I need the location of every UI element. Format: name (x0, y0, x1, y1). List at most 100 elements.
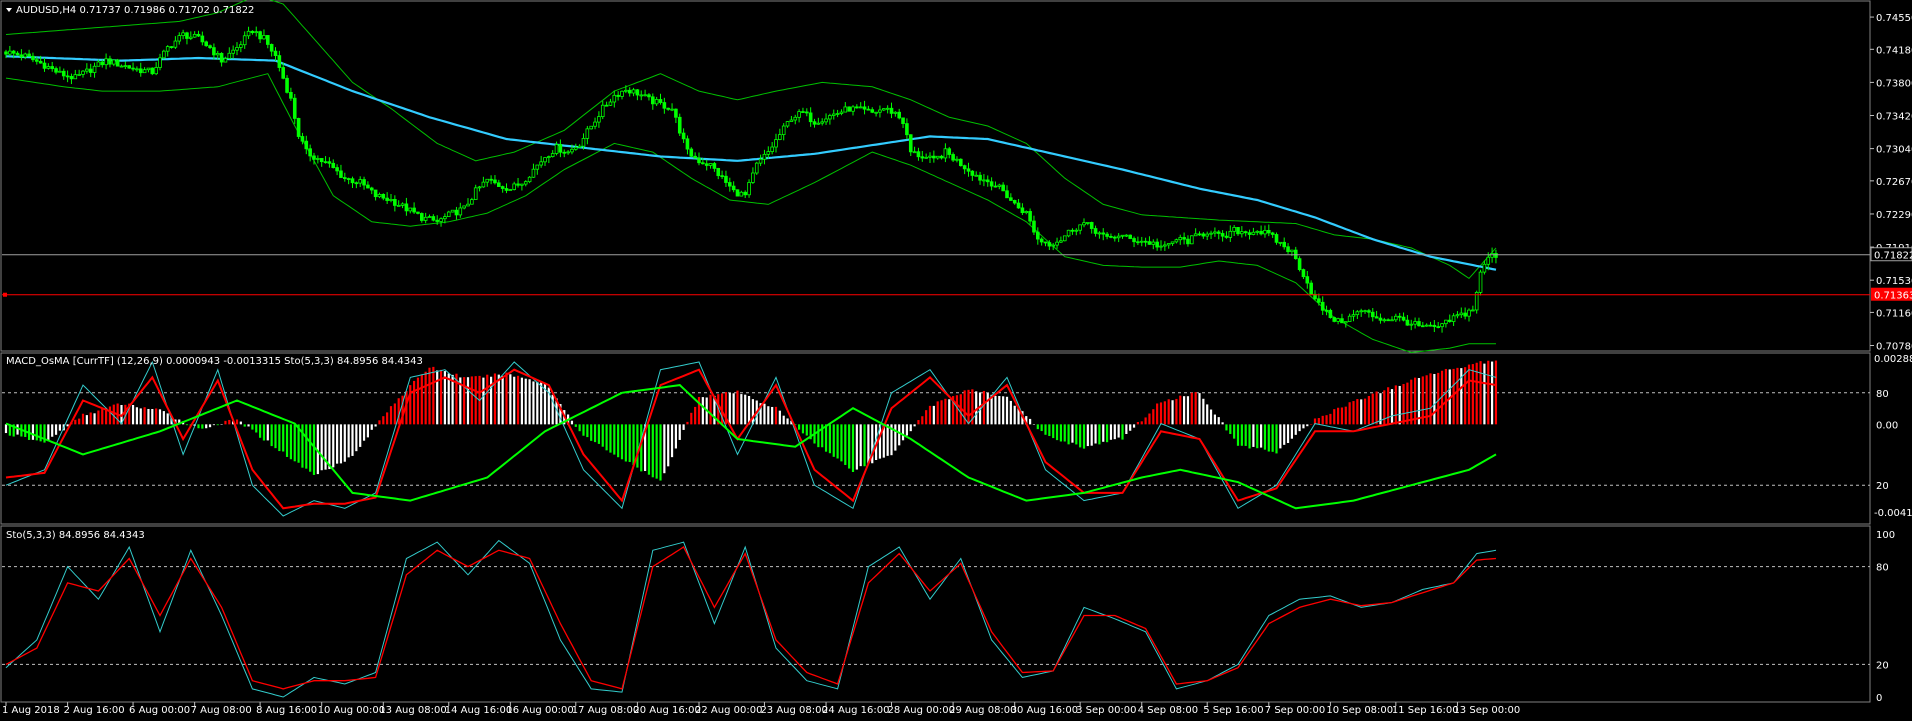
time-tick-label: 20 Aug 16:00 (633, 705, 700, 716)
osma-bar (1414, 377, 1417, 425)
osma-bar (1321, 415, 1324, 425)
osma-bar (1152, 409, 1155, 425)
candle-body (554, 144, 559, 154)
trading-chart[interactable]: 0.74550 0.74180 0.73800 0.73420 0.73040 0.726… (0, 0, 1912, 721)
osma-bar (228, 419, 231, 425)
candle-body (1255, 230, 1260, 233)
osma-bar (840, 424, 843, 462)
candle-body (878, 109, 882, 113)
osma-bar (4, 424, 8, 434)
candle-body (369, 187, 374, 191)
candle-body (962, 165, 967, 170)
candle-body (1305, 276, 1310, 284)
candle-body (855, 106, 859, 109)
osma-bar (1464, 367, 1467, 425)
candle-body (631, 89, 636, 94)
candle-body (805, 111, 809, 114)
candle-body (820, 121, 824, 124)
candle-body (939, 155, 944, 159)
osma-bar (855, 424, 858, 470)
osma-bar (151, 409, 154, 425)
candle-body (731, 185, 736, 191)
osma-bar (925, 410, 928, 425)
candle-body (319, 158, 324, 163)
candle-body (966, 168, 971, 172)
osma-bar (1113, 424, 1116, 440)
candle-body (377, 193, 382, 198)
osma-bar (1363, 398, 1367, 425)
candle-body (389, 199, 393, 201)
osma-bar (524, 378, 527, 425)
osma-bar (593, 424, 597, 443)
candle-body (708, 163, 713, 166)
candle-body (1328, 309, 1333, 318)
osma-bar (905, 424, 908, 436)
osma-bar (701, 397, 704, 425)
osma-bar (1233, 424, 1236, 439)
osma-bar (1248, 424, 1251, 449)
candle-body (127, 65, 132, 69)
osma-bar (532, 381, 535, 425)
osma-bar (347, 424, 350, 458)
osma-bar (744, 394, 747, 425)
osma-bar (1236, 424, 1240, 446)
candle-body (393, 199, 397, 206)
osma-bar (848, 424, 851, 469)
candle-body (1012, 200, 1017, 204)
osma-bar (909, 424, 912, 432)
osma-bar (374, 424, 377, 427)
candle-body (1024, 211, 1029, 214)
candle-body (1394, 315, 1398, 321)
osma-bar (428, 367, 431, 425)
candle-body (27, 53, 31, 57)
candle-body (1170, 241, 1175, 244)
osma-bar (1491, 361, 1494, 425)
osma-bar (582, 424, 585, 436)
candle-body (242, 35, 247, 46)
osma-bar (343, 424, 346, 462)
osma-bar (694, 406, 697, 425)
osma-bar (1005, 396, 1009, 425)
candle-body (1282, 241, 1287, 248)
osma-bar (97, 410, 100, 425)
candle-body (408, 207, 413, 212)
osma-bar (1044, 424, 1047, 435)
candle-body (905, 123, 909, 136)
candle-body (300, 136, 305, 142)
osma-bar (162, 411, 165, 425)
osma-bar (994, 395, 997, 425)
alert-line-handle[interactable] (3, 292, 7, 297)
osma-bar (293, 424, 296, 462)
candle-body (1278, 241, 1283, 244)
osma-bar (1086, 424, 1089, 447)
osma-bar (1071, 424, 1074, 443)
time-tick-label: 10 Aug 00:00 (318, 705, 385, 716)
candle-body (1409, 323, 1414, 326)
osma-bar (1340, 407, 1344, 425)
candle-body (8, 50, 12, 55)
candle-body (604, 104, 609, 107)
candle-body (373, 189, 378, 198)
candle-body (924, 156, 928, 159)
osma-bar (289, 424, 292, 460)
candle-body (681, 132, 686, 140)
osma-bar (1036, 424, 1039, 430)
osma-bar (285, 424, 289, 457)
osma-bar (1456, 367, 1459, 425)
candle-body (1359, 310, 1364, 313)
osma-bar (339, 424, 343, 464)
osma-bar (1052, 424, 1055, 439)
candle-body (54, 68, 58, 73)
time-tick-label: 2 Aug 16:00 (64, 705, 125, 716)
candle-body (1070, 229, 1075, 232)
osma-bar (1102, 424, 1105, 442)
candle-body (1459, 312, 1464, 316)
osma-bar (278, 424, 281, 452)
time-tick-label: 7 Aug 08:00 (191, 705, 252, 716)
candle-body (292, 97, 297, 119)
osma-bar (185, 424, 189, 426)
osma-bar (351, 424, 354, 456)
candle-body (882, 108, 886, 111)
osma-bar (247, 424, 250, 427)
osma-bar (463, 377, 466, 425)
